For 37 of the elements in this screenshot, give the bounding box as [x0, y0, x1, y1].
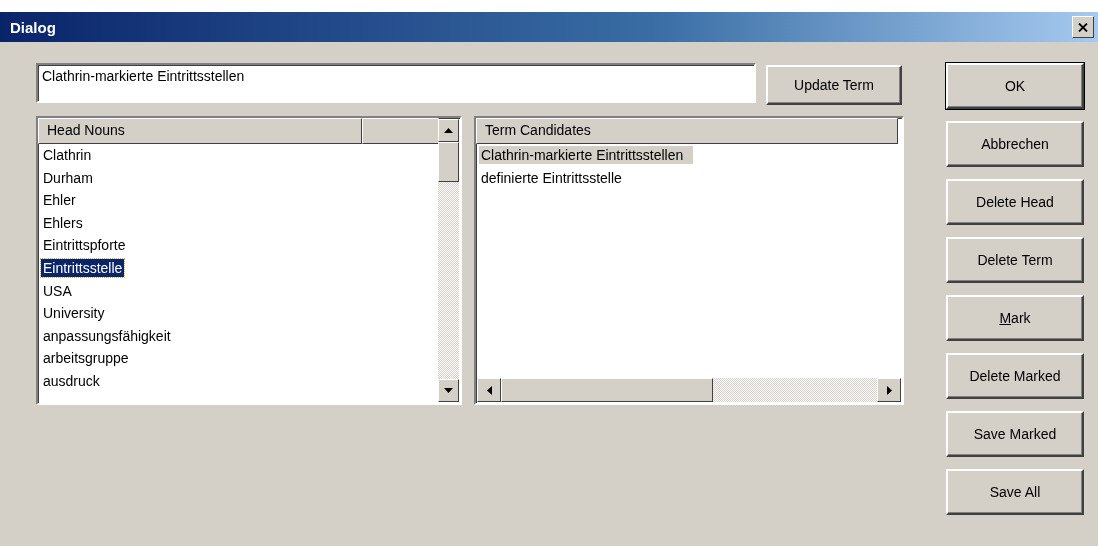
- up-arrow-icon: [444, 128, 453, 133]
- scroll-thumb[interactable]: [438, 142, 459, 182]
- list-item[interactable]: Clathrin-markierte Eintrittsstellen: [479, 146, 694, 164]
- horizontal-scrollbar[interactable]: [477, 378, 901, 402]
- list-item[interactable]: Eintrittsstelle: [41, 258, 125, 277]
- list-item[interactable]: University: [41, 304, 107, 323]
- vertical-scrollbar[interactable]: [438, 119, 459, 402]
- list-item[interactable]: ausdruck: [41, 371, 102, 390]
- column-header[interactable]: Term Candidates: [476, 118, 898, 144]
- list-item[interactable]: USA: [41, 281, 74, 300]
- dialog-button[interactable]: Delete Term: [946, 237, 1084, 283]
- close-icon: [1078, 22, 1088, 32]
- left-arrow-icon: [486, 385, 492, 395]
- list-item[interactable]: Durham: [41, 168, 95, 187]
- term-input-field[interactable]: Clathrin-markierte Eintrittsstellen: [36, 63, 756, 103]
- list-item[interactable]: Ehler: [41, 191, 78, 210]
- dialog-button[interactable]: OK: [946, 63, 1084, 109]
- list-item[interactable]: Clathrin: [41, 146, 94, 164]
- list-item[interactable]: anpassungsfähigkeit: [41, 326, 173, 345]
- dialog-button[interactable]: Abbrechen: [946, 121, 1084, 167]
- scroll-thumb[interactable]: [501, 378, 713, 402]
- list-item[interactable]: Eintrittspforte: [41, 236, 128, 255]
- list-item[interactable]: definierte Eintrittsstelle: [479, 168, 624, 187]
- close-button[interactable]: [1072, 16, 1094, 38]
- list-item[interactable]: Ehlers: [41, 213, 85, 232]
- update-term-button[interactable]: Update Term: [766, 65, 902, 105]
- window-title: Dialog: [10, 18, 56, 36]
- dialog-button[interactable]: Mark: [946, 295, 1084, 341]
- dialog-button[interactable]: Save Marked: [946, 411, 1084, 457]
- dialog-button[interactable]: Delete Head: [946, 179, 1084, 225]
- column-header[interactable]: [362, 118, 439, 144]
- column-header[interactable]: Head Nouns: [38, 118, 362, 144]
- list-item[interactable]: arbeitsgruppe: [41, 349, 131, 368]
- dialog-button[interactable]: Delete Marked: [946, 353, 1084, 399]
- right-arrow-icon: [886, 385, 892, 395]
- down-arrow-icon: [444, 388, 453, 393]
- dialog-button[interactable]: Save All: [946, 469, 1084, 515]
